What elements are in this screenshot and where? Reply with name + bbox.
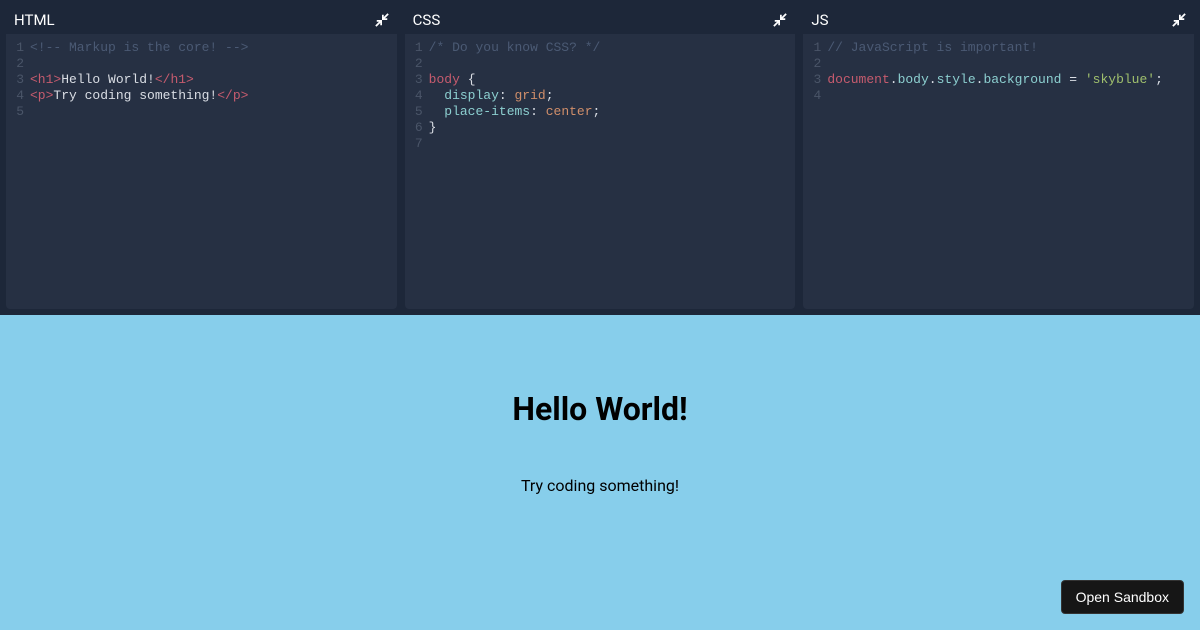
js-pane-title: JS (811, 11, 828, 29)
js-gutter: 1234 (803, 40, 827, 309)
editor-row: HTML 12345 <!-- Markup is the core! --> … (0, 0, 1200, 315)
html-code: <!-- Markup is the core! --> <h1>Hello W… (30, 40, 397, 309)
html-pane-header: HTML (6, 6, 397, 34)
collapse-icon[interactable] (773, 13, 787, 27)
js-pane: JS 1234 // JavaScript is important! docu… (803, 6, 1194, 309)
html-code-editor[interactable]: 12345 <!-- Markup is the core! --> <h1>H… (6, 34, 397, 309)
css-pane: CSS 1234567 /* Do you know CSS? */ body … (405, 6, 796, 309)
preview-pane: Hello World! Try coding something! Open … (0, 315, 1200, 630)
collapse-icon[interactable] (375, 13, 389, 27)
collapse-icon[interactable] (1172, 13, 1186, 27)
js-code: // JavaScript is important! document.bod… (827, 40, 1194, 309)
html-pane-title: HTML (14, 11, 55, 29)
css-pane-title: CSS (413, 11, 441, 29)
open-sandbox-button[interactable]: Open Sandbox (1061, 580, 1184, 614)
html-gutter: 12345 (6, 40, 30, 309)
preview-heading: Hello World! (512, 390, 687, 428)
css-pane-header: CSS (405, 6, 796, 34)
js-pane-header: JS (803, 6, 1194, 34)
preview-content: Hello World! Try coding something! (512, 390, 687, 495)
css-code: /* Do you know CSS? */ body { display: g… (429, 40, 796, 309)
js-code-editor[interactable]: 1234 // JavaScript is important! documen… (803, 34, 1194, 309)
css-gutter: 1234567 (405, 40, 429, 309)
preview-paragraph: Try coding something! (512, 476, 687, 495)
html-pane: HTML 12345 <!-- Markup is the core! --> … (6, 6, 397, 309)
css-code-editor[interactable]: 1234567 /* Do you know CSS? */ body { di… (405, 34, 796, 309)
